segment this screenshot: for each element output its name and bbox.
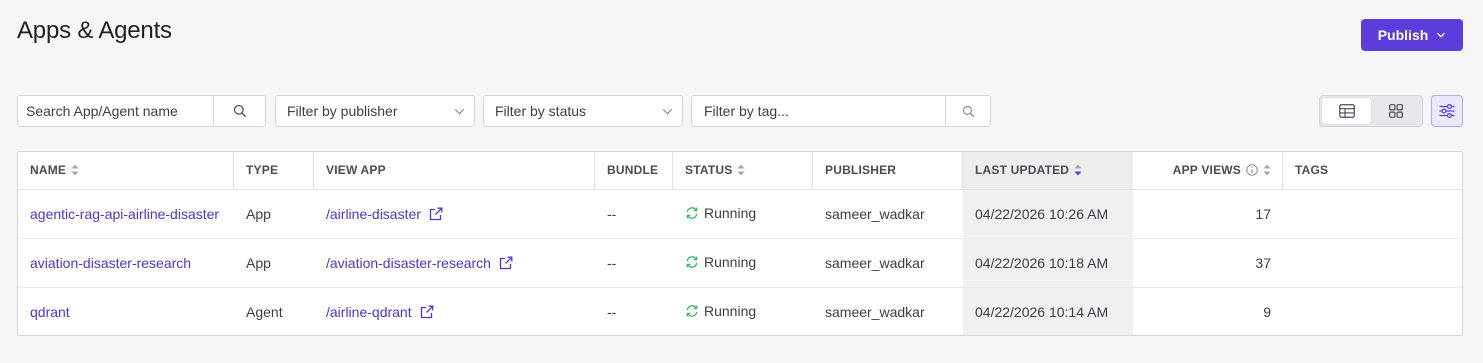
page-title: Apps & Agents [17, 17, 172, 44]
table-row: qdrant Agent /airline-qdrant -- Running … [18, 287, 1462, 335]
column-header-view-app: VIEW APP [314, 152, 595, 190]
status-filter-label: Filter by status [495, 103, 587, 119]
app-name-link[interactable]: agentic-rag-api-airline-disaster [30, 206, 219, 222]
search-icon [233, 104, 246, 118]
app-views-value: 17 [1133, 189, 1283, 239]
bundle-value: -- [595, 238, 673, 288]
sort-desc-icon [1074, 164, 1082, 176]
status-badge: Running [685, 205, 756, 221]
app-name-link[interactable]: aviation-disaster-research [30, 255, 191, 271]
publisher-value: sameer_wadkar [813, 189, 963, 239]
apps-table: NAME TYPE VIEW APP BUNDLE STATUS PUBLISH… [17, 151, 1463, 336]
last-updated-value: 04/22/2026 10:14 AM [963, 287, 1133, 335]
view-app-link[interactable]: /airline-disaster [326, 206, 443, 222]
column-header-label: PUBLISHER [825, 163, 897, 178]
sort-icon [737, 164, 745, 176]
external-link-icon [429, 207, 443, 220]
status-badge: Running [685, 254, 756, 270]
column-header-tags: TAGS [1283, 152, 1462, 190]
grid-icon [1388, 104, 1403, 118]
app-type: App [234, 238, 314, 288]
search-icon [962, 105, 974, 117]
column-header-bundle: BUNDLE [595, 152, 673, 190]
publish-button[interactable]: Publish [1361, 19, 1463, 51]
status-badge: Running [685, 303, 756, 319]
column-header-label: APP VIEWS [1172, 163, 1241, 178]
column-header-publisher: PUBLISHER [813, 152, 963, 190]
app-name-link[interactable]: qdrant [30, 304, 70, 320]
bundle-value: -- [595, 189, 673, 239]
table-row: agentic-rag-api-airline-disaster App /ai… [18, 189, 1462, 239]
chevron-down-icon [652, 106, 682, 117]
table-header-row: NAME TYPE VIEW APP BUNDLE STATUS PUBLISH… [18, 152, 1462, 190]
table-row: aviation-disaster-research App /aviation… [18, 238, 1462, 288]
column-header-last-updated[interactable]: LAST UPDATED [963, 152, 1133, 190]
view-app-link[interactable]: /aviation-disaster-research [326, 255, 513, 271]
column-header-label: STATUS [685, 163, 733, 178]
table-view-button[interactable] [1322, 98, 1371, 124]
status-text: Running [704, 253, 757, 270]
column-header-app-views[interactable]: APP VIEWS [1133, 152, 1283, 190]
search-app-button[interactable] [213, 96, 265, 126]
publisher-value: sameer_wadkar [825, 303, 925, 320]
chevron-down-icon [1437, 32, 1446, 38]
sort-icon [1263, 164, 1271, 176]
tag-filter-box [691, 95, 991, 127]
view-app-path: /airline-disaster [326, 205, 421, 222]
bundle-value: -- [607, 303, 617, 320]
app-type: App [234, 189, 314, 239]
status-text: Running [704, 302, 757, 319]
refresh-icon [686, 206, 698, 219]
table-icon [1338, 104, 1355, 118]
external-link-icon [499, 256, 513, 269]
chevron-down-icon [444, 106, 474, 117]
tag-search-button[interactable] [945, 96, 990, 126]
view-app-link[interactable]: /airline-qdrant [326, 304, 434, 320]
column-header-label: VIEW APP [326, 163, 386, 178]
tag-filter-input[interactable] [692, 96, 945, 126]
info-icon[interactable] [1246, 164, 1258, 176]
external-link-icon [420, 305, 434, 318]
column-header-label: BUNDLE [607, 163, 659, 178]
app-type: Agent [246, 303, 283, 320]
grid-view-button[interactable] [1371, 98, 1420, 124]
tags-value [1283, 287, 1462, 335]
column-settings-button[interactable] [1431, 95, 1463, 127]
column-header-label: TAGS [1295, 163, 1329, 178]
view-app-path: /airline-qdrant [326, 303, 412, 320]
tags-value [1283, 238, 1462, 288]
publisher-filter-label: Filter by publisher [287, 103, 398, 119]
column-header-name[interactable]: NAME [18, 152, 234, 190]
app-views-value: 37 [1133, 238, 1283, 288]
sort-icon [71, 164, 79, 176]
last-updated-value: 04/22/2026 10:18 AM [963, 238, 1133, 288]
view-app-path: /aviation-disaster-research [326, 254, 491, 271]
sliders-icon [1439, 104, 1455, 118]
refresh-icon [686, 304, 698, 317]
view-toggle [1319, 95, 1423, 127]
column-header-label: LAST UPDATED [975, 163, 1070, 178]
app-views-value: 9 [1263, 303, 1271, 320]
column-header-status[interactable]: STATUS [673, 152, 813, 190]
search-app-input[interactable] [18, 96, 213, 126]
column-header-label: NAME [30, 163, 67, 178]
last-updated-value: 04/22/2026 10:26 AM [963, 189, 1133, 239]
search-app-box [17, 95, 266, 127]
column-header-type: TYPE [234, 152, 314, 190]
publisher-filter-select[interactable]: Filter by publisher [275, 95, 475, 127]
publish-label: Publish [1377, 27, 1429, 43]
status-filter-select[interactable]: Filter by status [483, 95, 683, 127]
tags-value [1283, 189, 1462, 239]
column-header-label: TYPE [246, 163, 279, 178]
refresh-icon [686, 255, 698, 268]
publisher-value: sameer_wadkar [813, 238, 963, 288]
status-text: Running [704, 204, 757, 221]
